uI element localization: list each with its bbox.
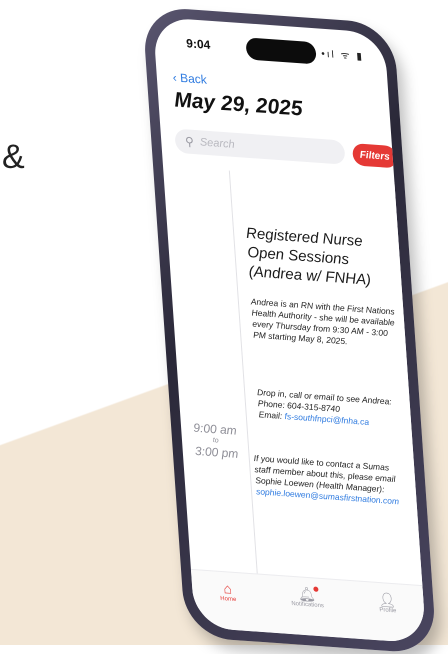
person-icon: 👤︎	[377, 591, 397, 609]
tab-profile[interactable]: 👤︎ Profile	[378, 591, 397, 614]
ampersand-text: &	[2, 138, 25, 176]
notification-dot	[313, 586, 319, 592]
tab-profile-label: Profile	[379, 607, 397, 615]
event-title: Registered Nurse Open Sessions (Andrea w…	[245, 224, 372, 289]
back-button[interactable]: ‹ Back	[172, 70, 207, 86]
search-placeholder: Search	[199, 136, 236, 151]
contact-email-prefix: Email:	[258, 409, 285, 422]
event-contact: Drop in, call or email to see Andrea: Ph…	[257, 387, 405, 431]
tab-home-label: Home	[220, 595, 237, 604]
bell-icon: 🔔︎	[297, 585, 319, 603]
event-time-range: 9:00 am to 3:00 pm	[189, 420, 243, 461]
tab-notifications[interactable]: 🔔︎ Notifications	[290, 585, 324, 609]
event-end-time: 3:00 pm	[194, 443, 239, 461]
filters-button[interactable]: Filters	[352, 143, 398, 169]
phone-mockup: 9:04 •ıl ᯤ ▮ ‹ Back May 29, 2025 ⚲ Searc…	[120, 0, 438, 654]
event-description: Andrea is an RN with the First Nations H…	[250, 296, 395, 347]
search-input[interactable]: ⚲ Search	[174, 128, 346, 165]
dynamic-island	[245, 37, 317, 65]
page-title: May 29, 2025	[173, 88, 304, 121]
phone-screen: 9:04 •ıl ᯤ ▮ ‹ Back May 29, 2025 ⚲ Searc…	[152, 16, 427, 644]
search-icon: ⚲	[184, 134, 195, 150]
status-time: 9:04	[185, 36, 211, 52]
event-card[interactable]: Registered Nurse Open Sessions (Andrea w…	[228, 170, 427, 606]
status-icons: •ıl ᯤ ▮	[320, 48, 365, 63]
home-icon: ⌂	[222, 580, 233, 597]
tab-notifications-label: Notifications	[291, 600, 325, 610]
staff-contact: If you would like to contact a Sumas sta…	[253, 453, 410, 508]
phone-frame: 9:04 •ıl ᯤ ▮ ‹ Back May 29, 2025 ⚲ Searc…	[142, 6, 438, 654]
tab-home[interactable]: ⌂ Home	[219, 580, 237, 604]
